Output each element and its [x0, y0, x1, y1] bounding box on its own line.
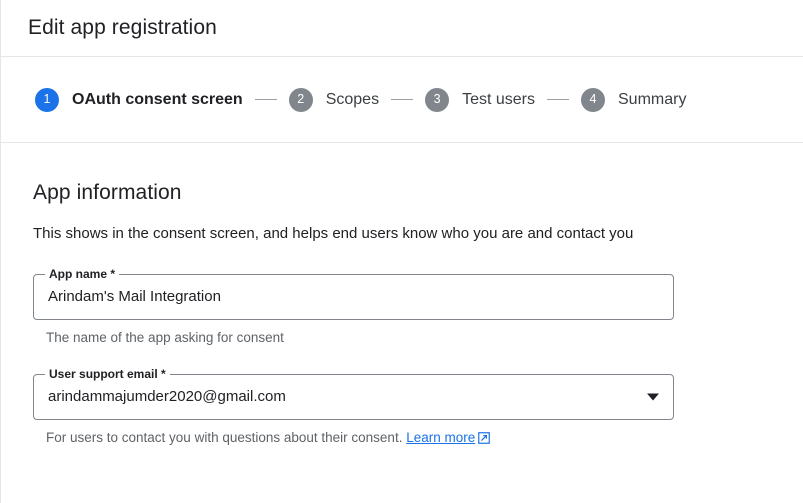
- step-connector-3: [547, 99, 569, 100]
- step-badge-4: 4: [581, 87, 605, 112]
- stepper: 1 OAuth consent screen 2 Scopes 3 Test u…: [1, 57, 803, 143]
- step-label-4: Summary: [618, 90, 687, 108]
- external-link-icon[interactable]: [478, 431, 491, 449]
- edit-app-registration-page: Edit app registration 1 OAuth consent sc…: [0, 0, 803, 503]
- section-heading: App information: [33, 181, 182, 204]
- step-badge-3: 3: [425, 87, 450, 112]
- learn-more-link[interactable]: Learn more: [406, 430, 475, 445]
- step-connector-1: [254, 99, 277, 100]
- user-support-email-label: User support email *: [45, 367, 170, 381]
- title-bar: Edit app registration: [1, 0, 803, 57]
- stepper-step-scopes[interactable]: 2 Scopes: [288, 87, 380, 112]
- user-support-email-select[interactable]: User support email * arindammajumder2020…: [33, 367, 674, 420]
- stepper-step-oauth-consent-screen[interactable]: 1 OAuth consent screen: [35, 87, 243, 112]
- app-information-section: App information This shows in the consen…: [1, 143, 803, 449]
- app-name-field-block: App name * Arindam's Mail Integration Th…: [33, 267, 803, 347]
- app-name-input[interactable]: App name * Arindam's Mail Integration: [33, 267, 674, 320]
- step-badge-1: 1: [35, 87, 59, 112]
- page-title: Edit app registration: [28, 16, 217, 39]
- user-support-email-helper-text: For users to contact you with questions …: [46, 429, 803, 449]
- step-badge-2: 2: [288, 87, 313, 112]
- app-name-value: Arindam's Mail Integration: [48, 288, 221, 305]
- stepper-step-summary[interactable]: 4 Summary: [581, 87, 687, 112]
- app-name-label: App name *: [45, 267, 120, 281]
- user-support-email-field-block: User support email * arindammajumder2020…: [33, 367, 803, 449]
- user-support-email-value: arindammajumder2020@gmail.com: [48, 388, 286, 405]
- step-label-3: Test users: [462, 90, 535, 108]
- section-description: This shows in the consent screen, and he…: [33, 225, 634, 242]
- chevron-down-icon[interactable]: [647, 393, 659, 401]
- step-connector-2: [391, 99, 414, 100]
- step-label-1: OAuth consent screen: [72, 90, 243, 108]
- user-support-email-helper-prefix: For users to contact you with questions …: [46, 430, 403, 445]
- app-name-helper-text: The name of the app asking for consent: [46, 330, 284, 345]
- step-label-2: Scopes: [325, 90, 380, 108]
- stepper-step-test-users[interactable]: 3 Test users: [425, 87, 535, 112]
